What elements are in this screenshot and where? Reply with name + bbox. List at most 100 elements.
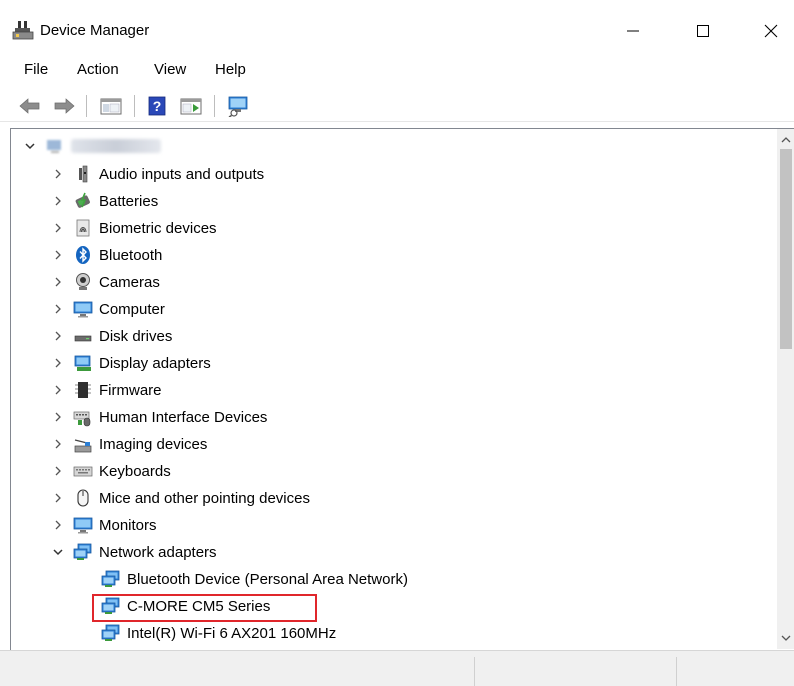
status-pane (474, 657, 676, 686)
chevron-right-icon[interactable] (51, 518, 65, 532)
chevron-right-icon[interactable] (51, 302, 65, 316)
monitor-icon (73, 299, 93, 319)
fingerprint-icon (73, 218, 93, 238)
tree-item-label: Bluetooth Device (Personal Area Network) (127, 570, 408, 588)
tree-root[interactable] (23, 133, 161, 159)
scroll-up-button[interactable] (777, 131, 794, 149)
close-button[interactable] (748, 14, 794, 48)
properties-icon (180, 98, 202, 115)
tree-item-label: Firmware (99, 381, 162, 399)
maximize-icon (697, 25, 709, 37)
scroll-down-button[interactable] (777, 629, 794, 647)
back-arrow-icon (19, 98, 40, 114)
network-adapter-icon (101, 569, 121, 589)
menu-bar: File Action View Help (0, 56, 794, 86)
tree-device-bluetooth-pan[interactable]: Bluetooth Device (Personal Area Network) (101, 566, 408, 592)
scrollbar-thumb[interactable] (780, 149, 792, 349)
tree-item-label: Imaging devices (99, 435, 208, 453)
properties-button[interactable] (176, 95, 206, 117)
tree-category-network-adapters[interactable]: Network adapters (51, 539, 217, 565)
tree-item-label: Network adapters (99, 543, 217, 561)
chevron-right-icon[interactable] (51, 491, 65, 505)
tree-item-label: Monitors (99, 516, 157, 534)
tree-category-disk-drives[interactable]: Disk drives (51, 323, 172, 349)
tree-category-mice[interactable]: Mice and other pointing devices (51, 485, 310, 511)
show-hide-console-tree-icon (100, 98, 122, 115)
tree-category-computer[interactable]: Computer (51, 296, 165, 322)
scan-hardware-button[interactable] (224, 95, 254, 117)
tree-category-display-adapters[interactable]: Display adapters (51, 350, 211, 376)
tree-category-monitors[interactable]: Monitors (51, 512, 157, 538)
minimize-button[interactable] (610, 14, 656, 48)
tree-category-hid[interactable]: Human Interface Devices (51, 404, 267, 430)
chevron-right-icon[interactable] (51, 194, 65, 208)
chevron-right-icon[interactable] (51, 410, 65, 424)
network-adapter-icon (73, 542, 93, 562)
chevron-right-icon[interactable] (51, 437, 65, 451)
tree-item-label: Intel(R) Wi-Fi 6 AX201 160MHz (127, 624, 337, 642)
tree-category-batteries[interactable]: Batteries (51, 188, 158, 214)
menu-help[interactable]: Help (211, 61, 250, 78)
minimize-icon (627, 30, 639, 32)
menu-view[interactable]: View (150, 61, 190, 78)
chevron-right-icon[interactable] (51, 167, 65, 181)
chevron-down-icon[interactable] (23, 139, 37, 153)
battery-icon (73, 191, 93, 211)
toolbar-separator (134, 95, 135, 117)
tree-item-label: Display adapters (99, 354, 211, 372)
speaker-icon (73, 164, 93, 184)
device-manager-icon (12, 20, 34, 40)
tree-category-audio[interactable]: Audio inputs and outputs (51, 161, 264, 187)
scanner-icon (73, 434, 93, 454)
display-adapter-icon (73, 353, 93, 373)
hid-icon (73, 407, 93, 427)
chevron-up-icon (781, 137, 791, 143)
back-button[interactable] (18, 95, 42, 117)
bluetooth-icon (73, 245, 93, 265)
computer-icon (45, 136, 65, 156)
show-hide-console-tree-button[interactable] (96, 95, 126, 117)
chevron-right-icon[interactable] (51, 248, 65, 262)
network-adapter-icon (101, 623, 121, 643)
chevron-right-icon[interactable] (51, 464, 65, 478)
tree-device-intel-wifi[interactable]: Intel(R) Wi-Fi 6 AX201 160MHz (101, 620, 336, 646)
chevron-right-icon[interactable] (51, 383, 65, 397)
tree-category-cameras[interactable]: Cameras (51, 269, 160, 295)
status-bar (0, 650, 794, 686)
status-pane (676, 657, 794, 686)
svg-text:?: ? (153, 98, 162, 114)
tree-category-imaging[interactable]: Imaging devices (51, 431, 207, 457)
toolbar-separator (214, 95, 215, 117)
tree-category-biometric[interactable]: Biometric devices (51, 215, 217, 241)
tree-item-label: Human Interface Devices (99, 408, 268, 426)
tree-item-label: Disk drives (99, 327, 173, 345)
toolbar: ? (0, 86, 794, 122)
device-tree: Audio inputs and outputs Batteries Biome… (11, 129, 777, 649)
chevron-right-icon[interactable] (51, 275, 65, 289)
chevron-right-icon[interactable] (51, 356, 65, 370)
monitor-icon (73, 515, 93, 535)
tree-item-label: Computer (99, 300, 165, 318)
tree-item-label: Bluetooth (99, 246, 163, 264)
computer-name-blurred (71, 139, 161, 153)
tree-item-label: Cameras (99, 273, 160, 291)
chevron-down-icon[interactable] (51, 545, 65, 559)
window-title: Device Manager (40, 22, 150, 39)
vertical-scrollbar[interactable] (777, 129, 794, 649)
disk-drive-icon (73, 326, 93, 346)
forward-button[interactable] (52, 95, 76, 117)
chevron-right-icon[interactable] (51, 329, 65, 343)
tree-category-keyboards[interactable]: Keyboards (51, 458, 171, 484)
tree-category-firmware[interactable]: Firmware (51, 377, 162, 403)
help-button[interactable]: ? (144, 95, 170, 117)
tree-category-bluetooth[interactable]: Bluetooth (51, 242, 162, 268)
menu-action[interactable]: Action (73, 61, 123, 78)
mouse-icon (73, 488, 93, 508)
chevron-down-icon (781, 635, 791, 641)
tree-item-label: Batteries (99, 192, 159, 210)
maximize-button[interactable] (680, 14, 726, 48)
chevron-right-icon[interactable] (51, 221, 65, 235)
menu-file[interactable]: File (20, 61, 52, 78)
tree-item-label: Mice and other pointing devices (99, 489, 310, 507)
highlight-box (92, 594, 317, 622)
